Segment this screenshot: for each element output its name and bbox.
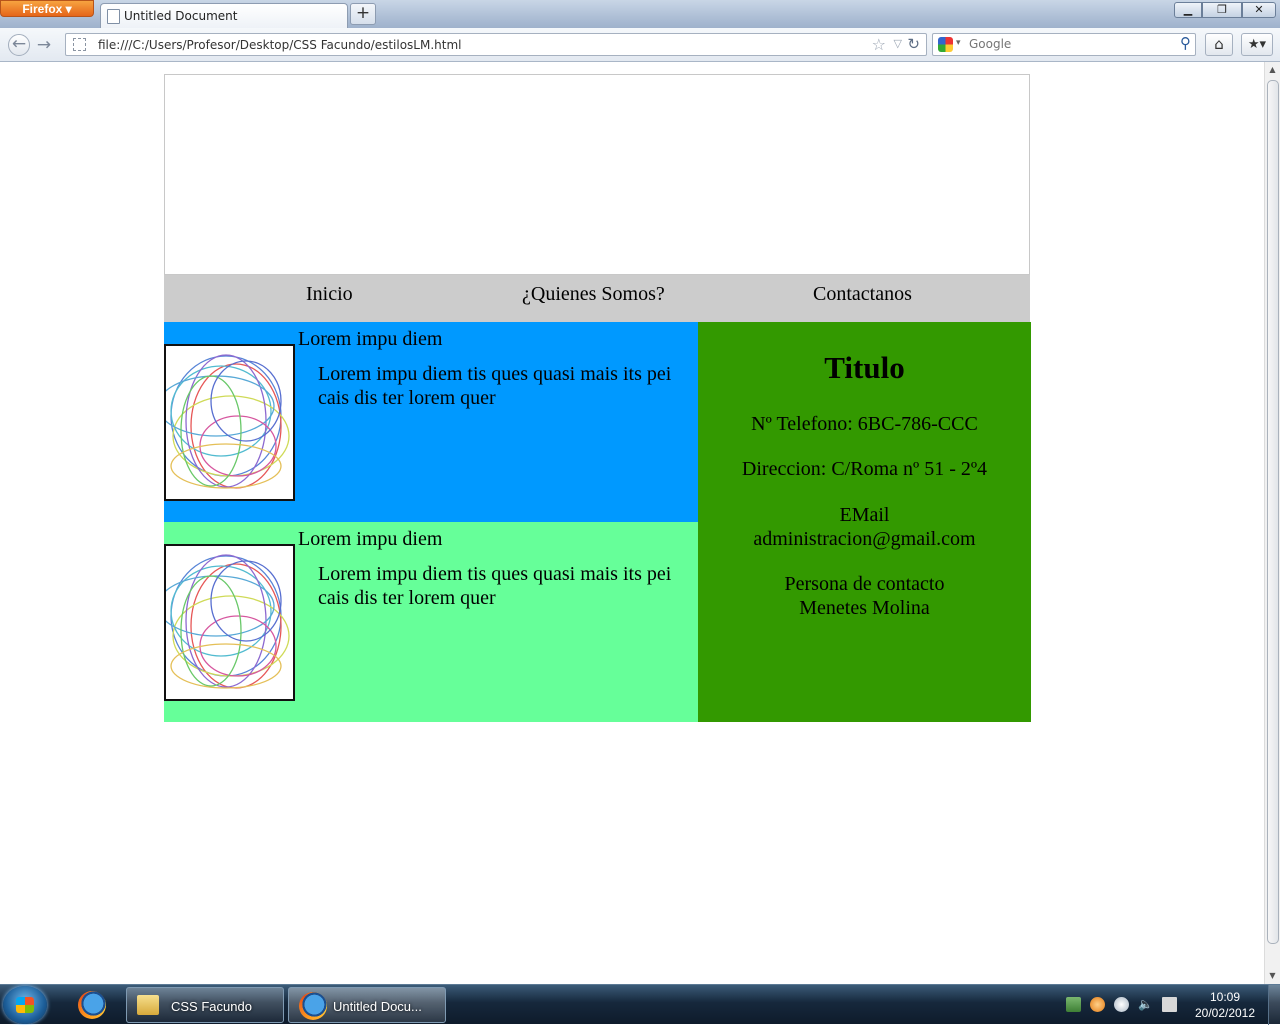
page-navigation: Inicio ¿Quienes Somos? Contactanos xyxy=(164,275,1030,322)
nav-link-quienes-somos[interactable]: ¿Quienes Somos? xyxy=(522,283,665,306)
windows-taskbar: CSS Facundo Untitled Docu... 🔈 10:09 20/… xyxy=(0,984,1280,1025)
scroll-down-arrow-icon[interactable]: ▼ xyxy=(1265,968,1280,984)
network-icon[interactable] xyxy=(1162,997,1177,1012)
bookmarks-icon[interactable]: ★▾ xyxy=(1241,33,1273,56)
gauge-icon[interactable] xyxy=(1114,997,1129,1012)
nav-link-inicio[interactable]: Inicio xyxy=(306,283,353,306)
back-arrow-icon[interactable]: ← xyxy=(8,34,30,56)
url-bar[interactable]: file:///C:/Users/Profesor/Desktop/CSS Fa… xyxy=(65,33,927,56)
contact-email: administracion@gmail.com xyxy=(753,528,976,550)
page-content: Lorem impu diem Lorem impu diem tis ques… xyxy=(164,322,1031,722)
contact-email-label: EMail xyxy=(839,504,890,526)
firefox-icon xyxy=(78,991,106,1019)
contact-address: Direccion: C/Roma nº 51 - 2º4 xyxy=(741,458,988,480)
window-title-bar: Firefox ▾ Untitled Document + ▁ ❐ ✕ xyxy=(0,0,1280,28)
search-engine-dropdown-icon[interactable]: ▾ xyxy=(956,38,961,48)
page-viewport: Inicio ¿Quienes Somos? Contactanos Lorem… xyxy=(0,62,1264,984)
magnifier-icon[interactable]: ⚲ xyxy=(1180,34,1191,52)
url-text[interactable]: file:///C:/Users/Profesor/Desktop/CSS Fa… xyxy=(98,38,462,52)
clock-date: 20/02/2012 xyxy=(1194,1006,1256,1020)
article-block: Lorem impu diem Lorem impu diem tis ques… xyxy=(164,322,698,522)
scribble-image xyxy=(164,344,295,501)
nav-link-contactanos[interactable]: Contactanos xyxy=(813,283,912,306)
show-desktop-button[interactable] xyxy=(1268,985,1280,1025)
folder-icon xyxy=(137,995,159,1015)
app-tray-icon[interactable] xyxy=(1090,997,1105,1012)
new-tab-button[interactable]: + xyxy=(350,3,376,25)
minimize-button[interactable]: ▁ xyxy=(1174,2,1202,18)
contact-phone: Nº Telefono: 6BC-786-CCC xyxy=(751,413,978,435)
action-center-icon[interactable] xyxy=(1066,997,1081,1012)
taskbar-item-label: CSS Facundo xyxy=(171,999,252,1014)
tab-title: Untitled Document xyxy=(124,9,238,23)
star-icon[interactable]: ☆ xyxy=(872,35,886,54)
close-button[interactable]: ✕ xyxy=(1242,2,1276,18)
article-block: Lorem impu diem Lorem impu diem tis ques… xyxy=(164,522,698,722)
article-title: Lorem impu diem xyxy=(298,328,443,350)
pinned-firefox[interactable] xyxy=(72,987,112,1023)
article-title: Lorem impu diem xyxy=(298,528,443,550)
history-dropdown-icon[interactable]: ▽ xyxy=(894,37,902,50)
sidebar-title: Titulo xyxy=(824,350,905,385)
document-icon xyxy=(107,9,120,24)
firefox-icon xyxy=(299,992,327,1020)
taskbar-clock[interactable]: 10:09 20/02/2012 xyxy=(1186,989,1264,1021)
navigation-toolbar: ← → file:///C:/Users/Profesor/Desktop/CS… xyxy=(0,28,1280,62)
web-page: Inicio ¿Quienes Somos? Contactanos Lorem… xyxy=(164,74,1031,722)
search-bar[interactable]: ▾ ⚲ xyxy=(932,33,1196,56)
search-input[interactable] xyxy=(969,36,1169,52)
contact-sidebar: Titulo Nº Telefono: 6BC-786-CCC Direccio… xyxy=(698,322,1031,722)
maximize-button[interactable]: ❐ xyxy=(1202,2,1242,18)
page-header-box xyxy=(164,74,1030,275)
vertical-scrollbar[interactable]: ▲ ▼ xyxy=(1264,62,1280,984)
article-text: Lorem impu diem tis ques quasi mais its … xyxy=(318,363,672,409)
contact-person-name: Menetes Molina xyxy=(799,597,930,619)
taskbar-item-untitled-document[interactable]: Untitled Docu... xyxy=(288,987,446,1023)
taskbar-item-label: Untitled Docu... xyxy=(333,999,422,1014)
scrollbar-thumb[interactable] xyxy=(1267,80,1279,944)
reload-icon[interactable]: ↻ xyxy=(907,35,920,53)
system-tray: 🔈 xyxy=(1060,985,1180,1023)
clock-time: 10:09 xyxy=(1209,990,1241,1004)
volume-icon[interactable]: 🔈 xyxy=(1138,997,1153,1012)
firefox-menu-button[interactable]: Firefox ▾ xyxy=(0,0,94,17)
article-text: Lorem impu diem tis ques quasi mais its … xyxy=(318,563,672,609)
contact-person-label: Persona de contacto xyxy=(784,573,945,595)
start-button[interactable] xyxy=(3,986,47,1024)
site-identity-icon[interactable] xyxy=(73,38,86,51)
forward-arrow-icon[interactable]: → xyxy=(33,34,55,56)
home-icon[interactable]: ⌂ xyxy=(1205,33,1233,56)
windows-logo-icon xyxy=(16,997,34,1013)
scroll-up-arrow-icon[interactable]: ▲ xyxy=(1265,62,1280,78)
taskbar-item-css-facundo[interactable]: CSS Facundo xyxy=(126,987,284,1023)
google-icon[interactable] xyxy=(938,37,953,52)
scribble-image xyxy=(164,544,295,701)
tab-untitled-document[interactable]: Untitled Document xyxy=(100,3,348,28)
